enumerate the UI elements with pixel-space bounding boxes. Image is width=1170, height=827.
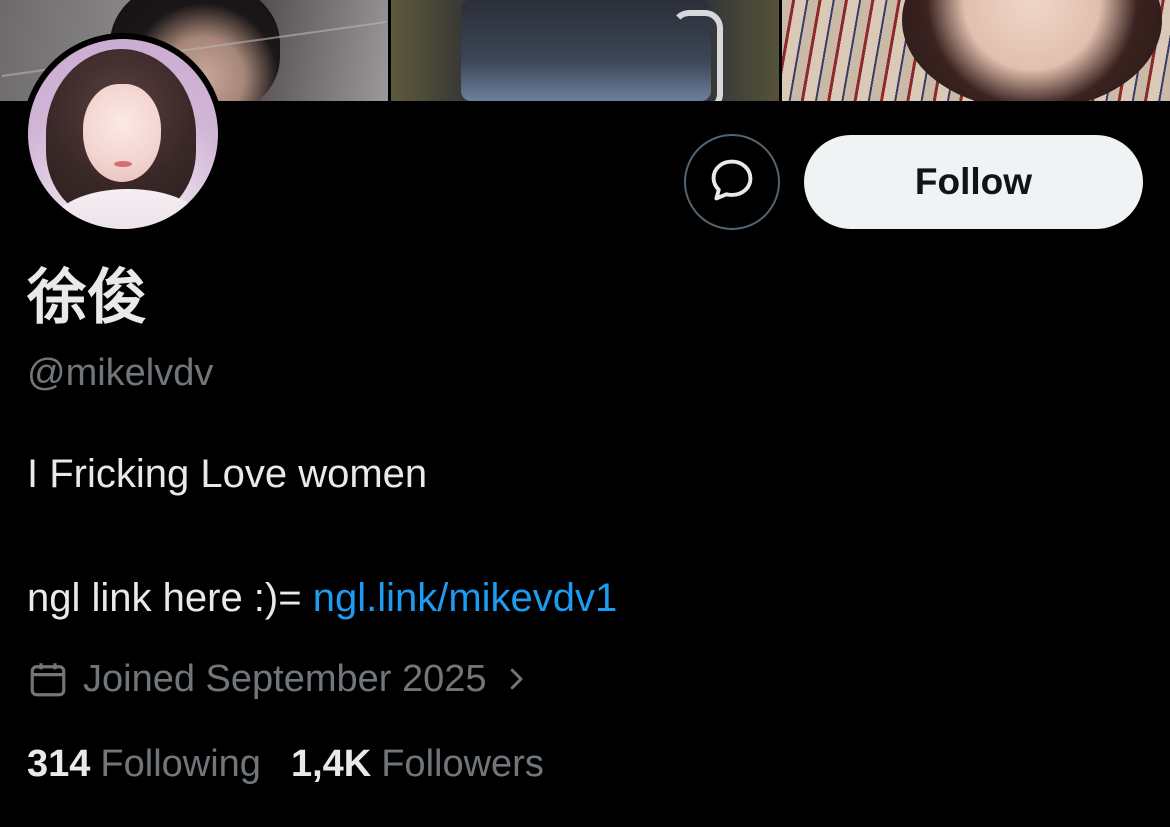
follow-stats: 314 Following 1,4K Followers [27, 740, 544, 788]
follow-button[interactable]: Follow [804, 135, 1143, 229]
display-name: 徐俊 [27, 263, 147, 333]
followers-label: Followers [381, 742, 544, 785]
message-bubble-icon [706, 154, 758, 211]
profile-page: Follow 徐俊 @mikelvdv I Fricking Love wome… [0, 0, 1170, 827]
joined-date[interactable]: Joined September 2025 [27, 655, 531, 703]
followers-count: 1,4K [290, 742, 372, 785]
chevron-right-icon [501, 664, 531, 694]
message-button[interactable] [684, 134, 780, 230]
bio-link[interactable]: ngl.link/mikevdv1 [313, 576, 618, 620]
banner-photo-2 [391, 0, 779, 101]
bio-text: ngl link here :)= [27, 576, 313, 620]
calendar-icon [27, 658, 69, 700]
bio-line-1: I Fricking Love women [27, 452, 428, 496]
following-label: Following [100, 742, 261, 785]
following-count: 314 [27, 742, 91, 785]
avatar[interactable] [22, 33, 224, 235]
user-handle: @mikelvdv [27, 352, 214, 394]
avatar-image [28, 39, 218, 229]
joined-label: Joined September 2025 [83, 657, 487, 700]
banner-photo-3 [782, 0, 1170, 101]
followers-stat[interactable]: 1,4K Followers [291, 743, 544, 786]
following-stat[interactable]: 314 Following [27, 743, 261, 786]
bio-line-2: ngl link here :)= ngl.link/mikevdv1 [27, 574, 617, 622]
